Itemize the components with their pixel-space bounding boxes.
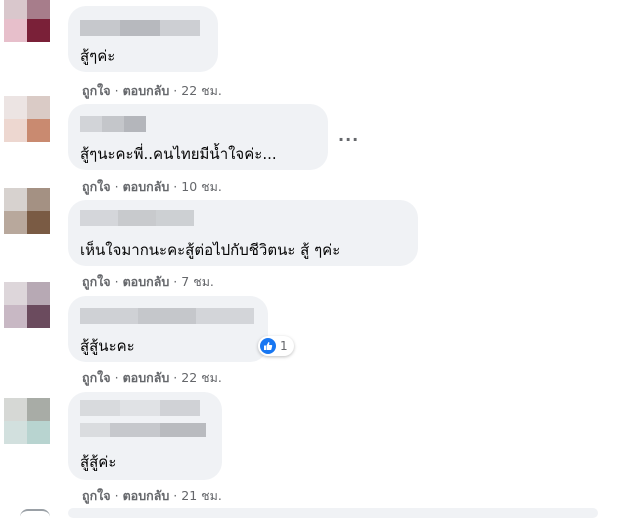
next-comment-partial	[0, 505, 640, 518]
comment-text: สู้สู้นะคะ	[80, 337, 135, 355]
comment-text: สู้ๆค่ะ	[80, 47, 116, 65]
timestamp[interactable]: 21 ชม.	[181, 488, 222, 503]
separator: ·	[114, 274, 119, 289]
comment-bubble: เห็นใจมากนะคะสู้ต่อไปกับชีวิตนะ สู้ ๆค่ะ	[68, 200, 418, 266]
like-link[interactable]: ถูกใจ	[82, 83, 111, 98]
comment-bubble: สู้สู้ค่ะ	[68, 392, 222, 480]
avatar[interactable]	[4, 96, 50, 142]
like-link[interactable]: ถูกใจ	[82, 274, 111, 289]
comment-bubble: สู้ๆนะคะพี่..คนไทยมีน้ำใจค่ะ...	[68, 104, 328, 170]
avatar[interactable]	[4, 282, 50, 328]
avatar[interactable]	[4, 0, 50, 42]
avatar[interactable]	[4, 398, 50, 444]
comment-bubble-partial	[68, 508, 598, 518]
separator: ·	[173, 370, 178, 385]
comment-text: สู้สู้ค่ะ	[80, 453, 117, 471]
like-reaction-icon	[260, 338, 276, 354]
reply-link[interactable]: ตอบกลับ	[123, 83, 170, 98]
separator: ·	[173, 83, 178, 98]
reaction-count: 1	[280, 339, 288, 353]
timestamp[interactable]: 7 ชม.	[181, 274, 214, 289]
comment-text: สู้ๆนะคะพี่..คนไทยมีน้ำใจค่ะ...	[80, 145, 277, 163]
comment-actions: ถูกใจ · ตอบกลับ · 22 ชม.	[82, 81, 222, 101]
comment-bubble: สู้สู้นะคะ	[68, 296, 268, 362]
separator: ·	[114, 488, 119, 503]
comment-bubble: สู้ๆค่ะ	[68, 6, 218, 72]
like-link[interactable]: ถูกใจ	[82, 179, 111, 194]
separator: ·	[114, 179, 119, 194]
commenter-name-blurred[interactable]	[80, 210, 194, 226]
reply-link[interactable]: ตอบกลับ	[123, 370, 170, 385]
timestamp[interactable]: 22 ชม.	[181, 370, 222, 385]
like-link[interactable]: ถูกใจ	[82, 488, 111, 503]
comment-actions: ถูกใจ · ตอบกลับ · 7 ชม.	[82, 272, 214, 292]
avatar-partial	[20, 509, 50, 517]
reply-link[interactable]: ตอบกลับ	[123, 179, 170, 194]
timestamp[interactable]: 10 ชม.	[181, 179, 222, 194]
commenter-name-blurred[interactable]	[80, 20, 200, 36]
reply-link[interactable]: ตอบกลับ	[123, 274, 170, 289]
avatar[interactable]	[4, 188, 50, 234]
timestamp[interactable]: 22 ชม.	[181, 83, 222, 98]
separator: ·	[173, 274, 178, 289]
commenter-name-blurred[interactable]	[80, 400, 210, 440]
comment-text: เห็นใจมากนะคะสู้ต่อไปกับชีวิตนะ สู้ ๆค่ะ	[80, 241, 341, 259]
separator: ·	[173, 488, 178, 503]
commenter-name-blurred[interactable]	[80, 308, 254, 324]
reaction-summary[interactable]: 1	[258, 336, 294, 356]
separator: ·	[114, 83, 119, 98]
comment-actions: ถูกใจ · ตอบกลับ · 22 ชม.	[82, 368, 222, 388]
more-options-button[interactable]: ...	[338, 126, 359, 145]
separator: ·	[114, 370, 119, 385]
like-link[interactable]: ถูกใจ	[82, 370, 111, 385]
commenter-name-blurred[interactable]	[80, 116, 146, 132]
separator: ·	[173, 179, 178, 194]
comment-actions: ถูกใจ · ตอบกลับ · 21 ชม.	[82, 486, 222, 506]
reply-link[interactable]: ตอบกลับ	[123, 488, 170, 503]
comment-actions: ถูกใจ · ตอบกลับ · 10 ชม.	[82, 177, 222, 197]
